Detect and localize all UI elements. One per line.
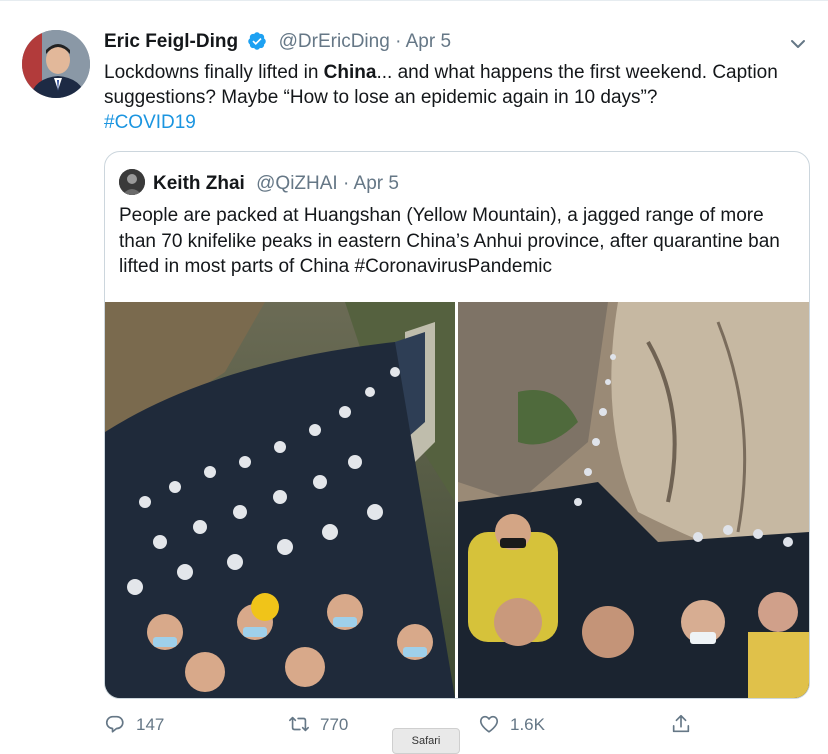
- quoted-tweet[interactable]: Keith Zhai @QiZHAI · Apr 5 People are pa…: [104, 151, 810, 699]
- author-avatar[interactable]: [22, 30, 90, 98]
- quoted-hashtag[interactable]: #CoronavirusPandemic: [355, 256, 553, 277]
- reply-icon: [105, 715, 124, 733]
- retweet-button[interactable]: 770: [288, 710, 348, 740]
- chevron-down-icon[interactable]: [788, 34, 808, 54]
- tweet-text-bold: China: [323, 62, 377, 83]
- quoted-tweet-text: People are packed at Huangshan (Yellow M…: [119, 203, 799, 280]
- avatar-image: [22, 30, 90, 98]
- tweet-date[interactable]: Apr 5: [406, 31, 451, 52]
- retweet-count: 770: [320, 715, 349, 734]
- safari-tooltip: Safari: [392, 728, 460, 754]
- like-button[interactable]: 1.6K: [478, 710, 545, 740]
- retweet-icon: [289, 716, 309, 732]
- author-name[interactable]: Eric Feigl-Ding: [104, 31, 238, 52]
- like-icon: [479, 715, 499, 733]
- quoted-avatar-image: [119, 169, 145, 195]
- photo-grid: [105, 302, 809, 698]
- tweet-text: Lockdowns finally lifted in China... and…: [104, 60, 804, 135]
- header-separator: ·: [395, 31, 402, 52]
- reply-count: 147: [136, 715, 165, 734]
- quoted-author-avatar: [119, 169, 145, 195]
- like-count: 1.6K: [510, 715, 545, 734]
- quoted-author-handle[interactable]: @QiZHAI: [256, 173, 338, 194]
- tweet-header: Eric Feigl-Ding @DrEricDing · Apr 5: [104, 30, 451, 54]
- photo-crowd-walkway[interactable]: [105, 302, 455, 698]
- author-handle[interactable]: @DrEricDing: [279, 31, 390, 52]
- quoted-tweet-date[interactable]: Apr 5: [354, 173, 399, 194]
- verified-badge-icon: [248, 32, 267, 50]
- quoted-author-name[interactable]: Keith Zhai: [153, 173, 245, 194]
- reply-button[interactable]: 147: [104, 710, 164, 740]
- quoted-tweet-header: Keith Zhai @QiZHAI · Apr 5: [119, 169, 399, 196]
- top-divider: [0, 0, 828, 1]
- quoted-header-separator: ·: [342, 173, 350, 194]
- tweet-text-part: Lockdowns finally lifted in: [104, 62, 324, 83]
- tweet-hashtag[interactable]: #COVID19: [104, 112, 196, 133]
- share-button[interactable]: [670, 710, 702, 740]
- share-icon: [672, 714, 690, 733]
- photo-crowd-cliff[interactable]: [458, 302, 809, 698]
